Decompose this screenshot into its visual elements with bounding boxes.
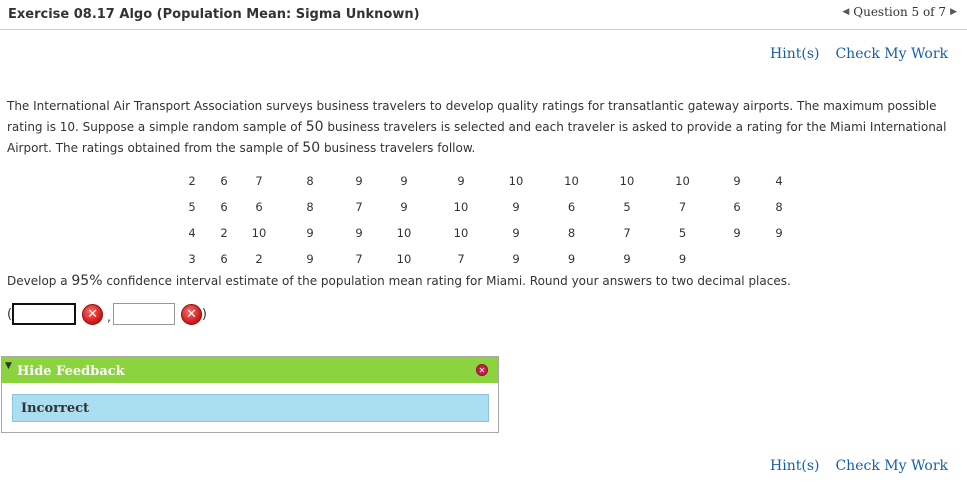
- table-cell: 9: [567, 252, 576, 266]
- next-question-icon[interactable]: ▶: [950, 7, 957, 17]
- table-cell: 10: [453, 200, 469, 214]
- table-cell: 10: [251, 226, 267, 240]
- upper-bound-input[interactable]: [112, 303, 175, 325]
- table-cell: 10: [675, 174, 690, 188]
- table-cell: 5: [678, 226, 687, 240]
- table-cell: 7: [678, 200, 687, 214]
- table-cell: 10: [396, 226, 412, 240]
- problem-statement: The International Air Transport Associat…: [7, 96, 952, 159]
- table-cell: 9: [512, 200, 520, 214]
- table-cell: 9: [512, 226, 520, 240]
- table-row: 3 6 2 9 7 10 7 9 9 9 9: [178, 246, 794, 272]
- table-cell: 9: [678, 252, 687, 266]
- table-cell: 9: [775, 226, 783, 240]
- table-row: 2 6 7 8 9 9 9 10 10 10 10 9 4: [178, 168, 794, 194]
- table-row: 5 6 6 8 7 9 10 9 6 5 7 6 8: [178, 194, 794, 220]
- table-cell: 9: [306, 252, 314, 266]
- table-cell: 6: [255, 200, 263, 214]
- table-cell: 6: [220, 252, 228, 266]
- hide-feedback-toggle[interactable]: Hide Feedback: [17, 364, 125, 379]
- sample-size: 50: [302, 140, 321, 156]
- table-cell: 7: [355, 252, 363, 266]
- table-cell: 7: [623, 226, 631, 240]
- table-cell: 7: [255, 174, 263, 188]
- table-cell: 10: [564, 174, 579, 188]
- question-prompt: Develop a 95% confidence interval estima…: [7, 273, 791, 289]
- question-navigator: ◀ Question 5 of 7 ▶: [842, 5, 957, 19]
- table-cell: 4: [775, 174, 783, 188]
- table-cell: 2: [220, 226, 228, 240]
- table-cell: 9: [400, 200, 408, 214]
- table-row: 4 2 10 9 9 10 10 9 8 7 5 9 9: [178, 220, 794, 246]
- table-cell: 9: [512, 252, 520, 266]
- table-cell: 3: [188, 252, 196, 266]
- question-counter: Question 5 of 7: [853, 5, 947, 19]
- table-cell: 8: [775, 200, 783, 214]
- table-cell: 6: [567, 200, 576, 214]
- check-my-work-link[interactable]: Check My Work: [835, 46, 948, 62]
- table-cell: 9: [733, 174, 741, 188]
- table-cell: 10: [453, 226, 469, 240]
- table-cell: 6: [733, 200, 741, 214]
- table-cell: 10: [619, 174, 635, 188]
- table-cell: 8: [306, 174, 314, 188]
- x-circle-icon: ✕: [82, 303, 104, 325]
- table-cell: 10: [508, 174, 524, 188]
- table-cell: [710, 246, 764, 272]
- table-cell: 7: [355, 200, 363, 214]
- problem-text-3: business travelers follow.: [320, 141, 476, 155]
- header-bar: Exercise 08.17 Algo (Population Mean: Si…: [0, 0, 967, 30]
- feedback-panel: ▼ Hide Feedback ✕ Incorrect: [1, 356, 499, 433]
- x-circle-icon: ✕: [180, 303, 202, 325]
- question-text-1: Develop a: [7, 274, 72, 288]
- close-paren: ): [201, 306, 207, 322]
- sample-size: 50: [305, 119, 324, 135]
- check-my-work-link[interactable]: Check My Work: [835, 458, 948, 474]
- feedback-header[interactable]: ▼ Hide Feedback ✕: [2, 357, 498, 383]
- hint-link[interactable]: Hint(s): [770, 458, 819, 474]
- close-circle-icon[interactable]: ✕: [476, 364, 488, 376]
- feedback-message-box: Incorrect: [12, 394, 489, 422]
- hint-link[interactable]: Hint(s): [770, 46, 819, 62]
- previous-question-icon[interactable]: ◀: [842, 7, 849, 17]
- feedback-message: Incorrect: [21, 401, 90, 416]
- table-cell: 5: [623, 200, 631, 214]
- table-cell: 2: [255, 252, 263, 266]
- table-cell: 6: [220, 174, 228, 188]
- table-cell: 6: [220, 200, 228, 214]
- table-cell: 9: [355, 226, 363, 240]
- top-links: Hint(s) Check My Work: [770, 46, 948, 62]
- collapse-triangle-icon[interactable]: ▼: [5, 361, 12, 371]
- ratings-table: 2 6 7 8 9 9 9 10 10 10 10 9 4 5 6 6 8 7 9 10 9 6 5 7 6 8 4 2 10 9 9 10 1…: [178, 168, 794, 272]
- bottom-links: Hint(s) Check My Work: [770, 458, 948, 474]
- table-cell: 9: [355, 174, 363, 188]
- table-cell: 7: [457, 252, 465, 266]
- question-text-2: confidence interval estimate of the popu…: [102, 274, 791, 288]
- exercise-title: Exercise 08.17 Algo (Population Mean: Si…: [8, 7, 420, 22]
- table-cell: 9: [306, 226, 314, 240]
- table-cell: 8: [306, 200, 314, 214]
- table-cell: 9: [457, 174, 465, 188]
- table-cell: 10: [396, 252, 412, 266]
- answer-row: ( ✕ , ✕ ): [7, 301, 207, 327]
- table-cell: 5: [188, 200, 196, 214]
- table-cell: [764, 246, 794, 272]
- table-cell: 9: [623, 252, 631, 266]
- table-cell: 4: [188, 226, 196, 240]
- confidence-level: 95%: [71, 273, 103, 289]
- table-cell: 9: [733, 226, 741, 240]
- table-cell: 2: [188, 174, 196, 188]
- comma-separator: ,: [107, 310, 111, 324]
- lower-bound-input[interactable]: [12, 303, 77, 325]
- table-cell: 8: [567, 226, 576, 240]
- table-cell: 9: [400, 174, 408, 188]
